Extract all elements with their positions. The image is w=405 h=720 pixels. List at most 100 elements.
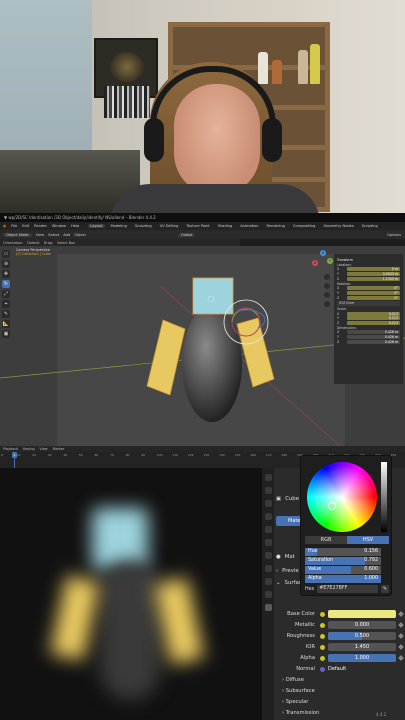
tab-scripting[interactable]: Scripting bbox=[360, 224, 380, 228]
zoom-icon[interactable] bbox=[324, 274, 330, 280]
ior-row[interactable]: IOR 1.450 bbox=[276, 642, 404, 652]
diffuse-subpanel[interactable]: › Diffuse bbox=[282, 677, 304, 683]
menu-file[interactable]: File bbox=[11, 224, 17, 228]
hex-input[interactable]: #E7E27BFF bbox=[317, 585, 378, 593]
location-y-row[interactable]: Y 0.0003 m bbox=[337, 272, 400, 277]
transform-orientation-dropdown[interactable]: Global bbox=[177, 232, 196, 237]
color-wheel[interactable] bbox=[307, 462, 377, 532]
base-color-swatch[interactable] bbox=[328, 610, 396, 618]
tab-sculpting[interactable]: Sculpting bbox=[133, 224, 154, 228]
tab-geometry-nodes[interactable]: Geometry Nodes bbox=[321, 224, 355, 228]
particles-tab-icon[interactable] bbox=[264, 552, 272, 559]
scale-z-row[interactable]: Z 0.213 bbox=[337, 321, 400, 326]
rotate-icon[interactable]: ↻ bbox=[2, 280, 10, 288]
color-picker-popup[interactable]: RGB HSV Hue 0.156 Saturation 0.792 Value 0.… bbox=[300, 455, 392, 596]
camera-view-icon[interactable] bbox=[324, 292, 330, 298]
location-x-row[interactable]: X0 m bbox=[337, 267, 400, 272]
rotation-mode-dropdown[interactable]: XYZ Euler bbox=[337, 301, 400, 307]
normal-row[interactable]: Normal Default bbox=[276, 664, 403, 674]
subsurface-subpanel[interactable]: › Subsurface bbox=[282, 688, 315, 694]
select-box-icon[interactable]: ▭ bbox=[2, 250, 10, 258]
menu-window[interactable]: Window bbox=[52, 224, 66, 228]
blender-logo-icon[interactable]: ◉ bbox=[3, 224, 6, 228]
eyedropper-icon[interactable]: ✎ bbox=[381, 585, 389, 593]
constraints-tab-icon[interactable] bbox=[264, 578, 272, 585]
orientation-dropdown[interactable]: Default bbox=[27, 241, 39, 245]
menu-object[interactable]: Object bbox=[74, 233, 86, 237]
rotation-z-row[interactable]: Z 0° bbox=[337, 296, 400, 301]
data-tab-icon[interactable] bbox=[264, 591, 272, 598]
tab-animation[interactable]: Animation bbox=[238, 224, 260, 228]
tool-tab-icon[interactable] bbox=[264, 474, 272, 481]
menu-view[interactable]: View bbox=[36, 233, 45, 237]
rotation-y-row[interactable]: Y 0° bbox=[337, 291, 400, 296]
tab-modeling[interactable]: Modeling bbox=[109, 224, 129, 228]
tab-texture-paint[interactable]: Texture Paint bbox=[184, 224, 211, 228]
measure-icon[interactable]: 📐 bbox=[2, 320, 10, 328]
material-tab-icon[interactable] bbox=[264, 604, 272, 611]
annotate-icon[interactable]: ✎ bbox=[2, 310, 10, 318]
hue-field[interactable]: Hue 0.156 bbox=[305, 548, 381, 556]
value-field[interactable]: Value 0.600 bbox=[305, 566, 381, 574]
preview-panel-header[interactable]: › Previe bbox=[276, 568, 299, 574]
value-slider[interactable] bbox=[381, 462, 387, 532]
timeline-menu-view[interactable]: View bbox=[40, 447, 48, 451]
scene-tab-icon[interactable] bbox=[264, 513, 272, 520]
x-axis-icon: X bbox=[312, 260, 318, 266]
cursor-icon[interactable]: ⊕ bbox=[2, 260, 10, 268]
keyframe-icon bbox=[398, 655, 404, 661]
roughness-row[interactable]: Roughness 0.500 bbox=[276, 631, 404, 641]
dimensions-x-row[interactable]: X 0.426 m bbox=[337, 330, 400, 335]
drag-dropdown[interactable]: Select Box bbox=[57, 241, 75, 245]
material-name[interactable]: Mat bbox=[285, 554, 295, 560]
alpha-row[interactable]: Alpha 1.000 bbox=[276, 653, 404, 663]
tab-uv-editing[interactable]: UV Editing bbox=[158, 224, 181, 228]
menu-render[interactable]: Render bbox=[34, 224, 47, 228]
scale-y-row[interactable]: Y 0.213 bbox=[337, 316, 400, 321]
transform-icon[interactable]: ⌖ bbox=[2, 300, 10, 308]
object-name[interactable]: Cube bbox=[285, 496, 299, 502]
tab-hsv[interactable]: HSV bbox=[347, 536, 389, 544]
render-tab-icon[interactable] bbox=[264, 487, 272, 494]
pan-icon[interactable] bbox=[324, 283, 330, 289]
options-dropdown[interactable]: Options bbox=[387, 233, 401, 237]
blurred-left-limb bbox=[50, 575, 100, 661]
menu-help[interactable]: Help bbox=[71, 224, 79, 228]
output-tab-icon[interactable] bbox=[264, 500, 272, 507]
3d-viewport[interactable]: ▭ ⊕ ✥ ↻ ⤢ ⌖ ✎ 📐 ▣ Camera Perspective (0)… bbox=[0, 246, 405, 446]
tab-compositing[interactable]: Compositing bbox=[291, 224, 318, 228]
transform-header[interactable]: Transform bbox=[337, 258, 400, 262]
modifier-tab-icon[interactable] bbox=[264, 539, 272, 546]
scale-icon[interactable]: ⤢ bbox=[2, 290, 10, 298]
specular-subpanel[interactable]: › Specular bbox=[282, 699, 308, 705]
timeline-menu-keying[interactable]: Keying bbox=[23, 447, 34, 451]
base-color-row[interactable]: Base Color bbox=[276, 609, 404, 619]
tab-shading[interactable]: Shading bbox=[216, 224, 235, 228]
navigation-gizmo[interactable]: Z X Y bbox=[312, 250, 334, 272]
transmission-subpanel[interactable]: › Transmission bbox=[282, 710, 319, 716]
menu-select[interactable]: Select bbox=[48, 233, 59, 237]
menu-edit[interactable]: Edit bbox=[22, 224, 29, 228]
mode-dropdown[interactable]: Object Mode bbox=[3, 232, 32, 237]
dimensions-z-row[interactable]: Z 0.426 m bbox=[337, 340, 400, 345]
ortho-toggle-icon[interactable] bbox=[324, 301, 330, 307]
color-wheel-handle[interactable] bbox=[328, 502, 336, 510]
tab-rgb[interactable]: RGB bbox=[305, 536, 347, 544]
alpha-field[interactable]: Alpha 1.000 bbox=[305, 575, 381, 583]
move-icon[interactable]: ✥ bbox=[2, 270, 10, 278]
physics-tab-icon[interactable] bbox=[264, 565, 272, 572]
menu-add[interactable]: Add bbox=[63, 233, 70, 237]
timeline-menu-playback[interactable]: Playback bbox=[3, 447, 18, 451]
dimensions-y-row[interactable]: Y 0.426 m bbox=[337, 335, 400, 340]
metallic-row[interactable]: Metallic 0.000 bbox=[276, 620, 404, 630]
object-tab-icon[interactable] bbox=[264, 526, 272, 533]
tab-layout[interactable]: Layout bbox=[88, 224, 105, 228]
object-cube-icon: ▣ bbox=[276, 496, 282, 502]
saturation-field[interactable]: Saturation 0.792 bbox=[305, 557, 381, 565]
tab-rendering[interactable]: Rendering bbox=[265, 224, 287, 228]
add-cube-icon[interactable]: ▣ bbox=[2, 330, 10, 338]
location-z-row[interactable]: Z 1.1305 m bbox=[337, 277, 400, 282]
rotation-x-row[interactable]: X 0° bbox=[337, 286, 400, 291]
timeline-menu-marker[interactable]: Marker bbox=[53, 447, 65, 451]
scale-x-row[interactable]: X 0.213 bbox=[337, 311, 400, 316]
